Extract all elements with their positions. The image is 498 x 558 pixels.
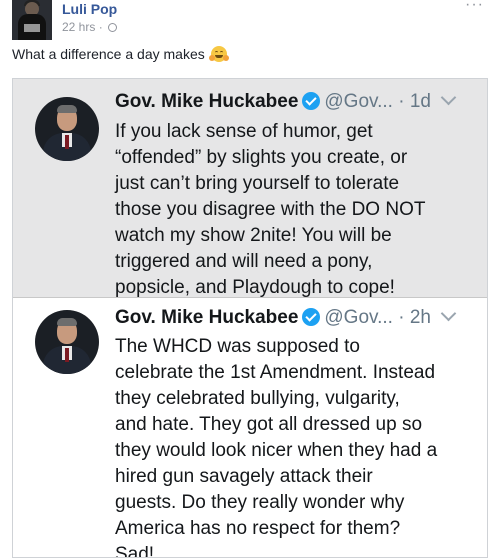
tweet-text: The WHCD was supposed to celebrate the 1… — [115, 336, 438, 558]
tweet-card: Gov. Mike Huckabee @Gov... · 2h The WHCD … — [13, 298, 487, 558]
tweet-time: · 1d — [398, 91, 431, 112]
tweet-header: Gov. Mike Huckabee @Gov... · 2h — [115, 305, 457, 329]
post-caption: What a difference a day makes — [12, 46, 229, 62]
chevron-down-icon — [440, 89, 457, 106]
chevron-down-icon — [440, 305, 457, 322]
tweet-time: · 2h — [398, 307, 431, 328]
author-name[interactable]: Luli Pop — [62, 1, 117, 17]
tweet-avatar — [35, 310, 99, 374]
tweet-text: If you lack sense of humor, get “offende… — [115, 121, 426, 298]
post-header: Luli Pop 22 hrs · ··· — [12, 0, 486, 40]
hugging-face-emoji — [208, 46, 229, 62]
tweet-card: Gov. Mike Huckabee @Gov... · 1d If you la… — [13, 79, 487, 298]
post-meta: 22 hrs · — [62, 20, 118, 34]
tweet-screenshot-image[interactable]: Gov. Mike Huckabee @Gov... · 1d If you la… — [12, 78, 488, 558]
tweet-author-name: Gov. Mike Huckabee — [115, 307, 299, 328]
verified-icon — [302, 92, 321, 110]
caption-text: What a difference a day makes — [12, 46, 205, 62]
tweet-handle: @Gov... — [324, 91, 393, 112]
author-avatar[interactable] — [12, 0, 52, 40]
globe-icon — [108, 23, 118, 32]
tweet-avatar — [35, 97, 99, 161]
verified-icon — [302, 308, 321, 326]
tweet-author-name: Gov. Mike Huckabee — [115, 91, 299, 112]
tweet-header: Gov. Mike Huckabee @Gov... · 1d — [115, 89, 457, 113]
meta-separator: · — [98, 20, 103, 34]
post-timestamp[interactable]: 22 hrs — [62, 20, 95, 34]
more-icon[interactable]: ··· — [465, 0, 484, 14]
tweet-handle: @Gov... — [324, 307, 393, 328]
